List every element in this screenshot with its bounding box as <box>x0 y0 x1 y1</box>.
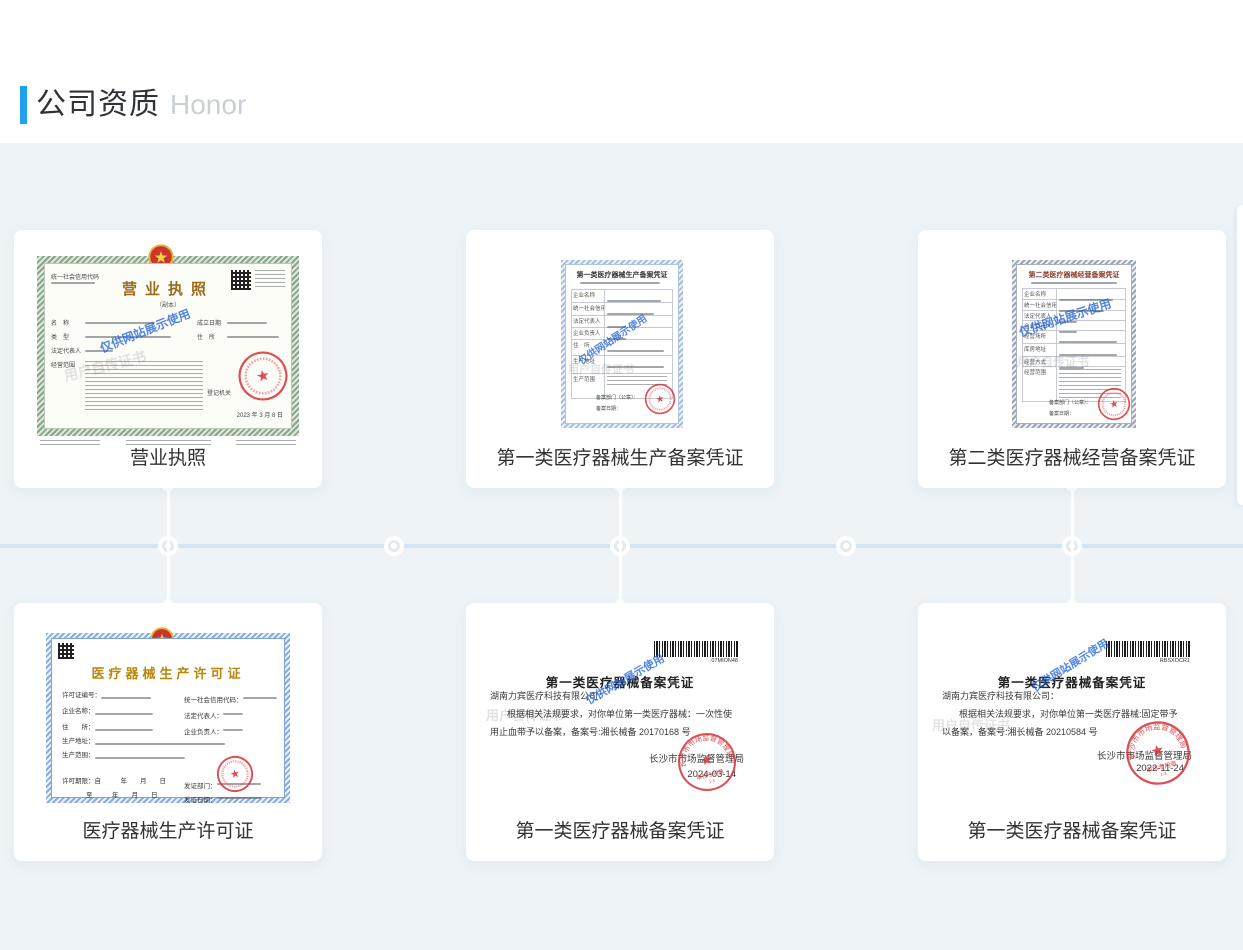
card-business-license[interactable]: 统一社会信用代码 营业执照 （副本） 名 称 类 型 法定代表人 经营范围 成立… <box>14 230 322 488</box>
section-title-en: Honor <box>170 89 246 120</box>
card-class1-production-record[interactable]: 第一类医疗器械生产备案凭证 企业名称 统一社会信用代码 法定代表人 企业负责人 … <box>466 230 774 488</box>
card-caption: 第一类医疗器械备案凭证 <box>918 816 1226 843</box>
timeline-connector <box>167 488 170 603</box>
red-stamp-icon <box>1094 384 1133 423</box>
barcode-icon <box>654 641 738 657</box>
timeline-dot <box>836 536 856 556</box>
timeline-connector <box>619 488 622 603</box>
certificate-image: RBSXOCR1 第一类医疗器械备案凭证 湖南力宾医疗科技有限公司： 根据相关法… <box>938 603 1206 828</box>
field-label: 名 称 <box>51 318 69 327</box>
red-stamp-icon <box>212 751 257 796</box>
certificate-title: 第一类医疗器械生产备案凭证 <box>566 270 678 280</box>
red-stamp-icon <box>232 345 294 407</box>
field-label: 成立日期 <box>197 318 221 327</box>
certificate-image: 第二类医疗器械经营备案凭证 企业名称 统一社会信用代码 法定代表人 企业负责人 … <box>1012 260 1136 428</box>
card-caption: 第二类医疗器械经营备案凭证 <box>918 443 1226 470</box>
card-caption: 第一类医疗器械生产备案凭证 <box>466 443 774 470</box>
certificate-title: 第二类医疗器械经营备案凭证 <box>1017 270 1131 280</box>
red-stamp-icon <box>641 380 678 417</box>
qr-code-icon <box>231 270 251 290</box>
field-label: 法定代表人 <box>51 346 81 355</box>
card-class2-business-record[interactable]: 第二类医疗器械经营备案凭证 企业名称 统一社会信用代码 法定代表人 企业负责人 … <box>918 230 1226 488</box>
timeline-connector <box>1071 488 1074 603</box>
barcode-code: 07MION48 <box>654 658 738 664</box>
card-production-license[interactable]: 医疗器械生产许可证 许可证编号： 统一社会信用代码： 企业名称： 法定代表人： … <box>14 603 322 861</box>
record-footer: 备案部门（公章）： <box>596 394 639 401</box>
certificate-image: 医疗器械生产许可证 许可证编号： 统一社会信用代码： 企业名称： 法定代表人： … <box>46 633 290 803</box>
registry-label: 登记机关 <box>207 388 231 397</box>
barcode-icon <box>1106 641 1190 657</box>
certificate-title: 医疗器械生产许可证 <box>52 663 284 682</box>
section-title-cn: 公司资质 <box>36 88 160 121</box>
record-footer: 备案日期： <box>1049 410 1074 417</box>
section-header: 公司资质 Honor <box>0 0 1243 143</box>
watermark-blue: 仅供网站展示使用 <box>97 305 192 357</box>
license-subtitle: （副本） <box>45 300 291 309</box>
issue-date: 2023 年 3 月 8 日 <box>237 410 283 419</box>
record-line: 根据相关法规要求，对你单位第一类医疗器械：一次性使 <box>490 707 748 720</box>
scope-text <box>85 361 203 411</box>
barcode-code: RBSXOCR1 <box>1106 658 1190 664</box>
card-class1-record-1[interactable]: 07MION48 第一类医疗器械备案凭证 湖南力宾医疗科技有限公司： 根据相关法… <box>466 603 774 861</box>
section-title: 公司资质 Honor <box>36 84 246 126</box>
card-caption: 医疗器械生产许可证 <box>14 816 322 843</box>
certificate-table: 企业名称 统一社会信用代码 法定代表人 企业负责人 经营场所 库房地址 经营方式… <box>1022 288 1126 402</box>
timeline-dot <box>384 536 404 556</box>
accent-bar <box>20 86 27 124</box>
certificates-section: 统一社会信用代码 营业执照 （副本） 名 称 类 型 法定代表人 经营范围 成立… <box>0 143 1243 950</box>
certificate-image: 第一类医疗器械生产备案凭证 企业名称 统一社会信用代码 法定代表人 企业负责人 … <box>561 260 683 428</box>
field-label: 类 型 <box>51 332 69 341</box>
business-license-image: 统一社会信用代码 营业执照 （副本） 名 称 类 型 法定代表人 经营范围 成立… <box>37 256 299 436</box>
field-label: 住 所 <box>197 332 215 341</box>
card-caption: 第一类医疗器械备案凭证 <box>466 816 774 843</box>
record-line: 湖南力宾医疗科技有限公司： <box>490 689 748 702</box>
record-line: 湖南力宾医疗科技有限公司： <box>942 689 1200 702</box>
card-class1-record-2[interactable]: RBSXOCR1 第一类医疗器械备案凭证 湖南力宾医疗科技有限公司： 根据相关法… <box>918 603 1226 861</box>
certificate-image: 07MION48 第一类医疗器械备案凭证 湖南力宾医疗科技有限公司： 根据相关法… <box>486 603 754 828</box>
stamp-number: 1-3 <box>708 778 716 784</box>
record-footer: 备案部门（公章）： <box>1049 399 1092 406</box>
field-label: 经营范围 <box>51 360 75 369</box>
fine-print <box>255 270 285 290</box>
card-caption: 营业执照 <box>14 443 322 470</box>
partial-card-edge <box>1237 205 1243 505</box>
company-honor-page: 公司资质Honor 统一社会信用代码 营业执照 <box>0 0 1243 950</box>
record-footer: 备案日期： <box>596 405 621 412</box>
qr-code-icon <box>58 643 74 659</box>
stamp-number: 1-3 <box>1159 771 1167 778</box>
